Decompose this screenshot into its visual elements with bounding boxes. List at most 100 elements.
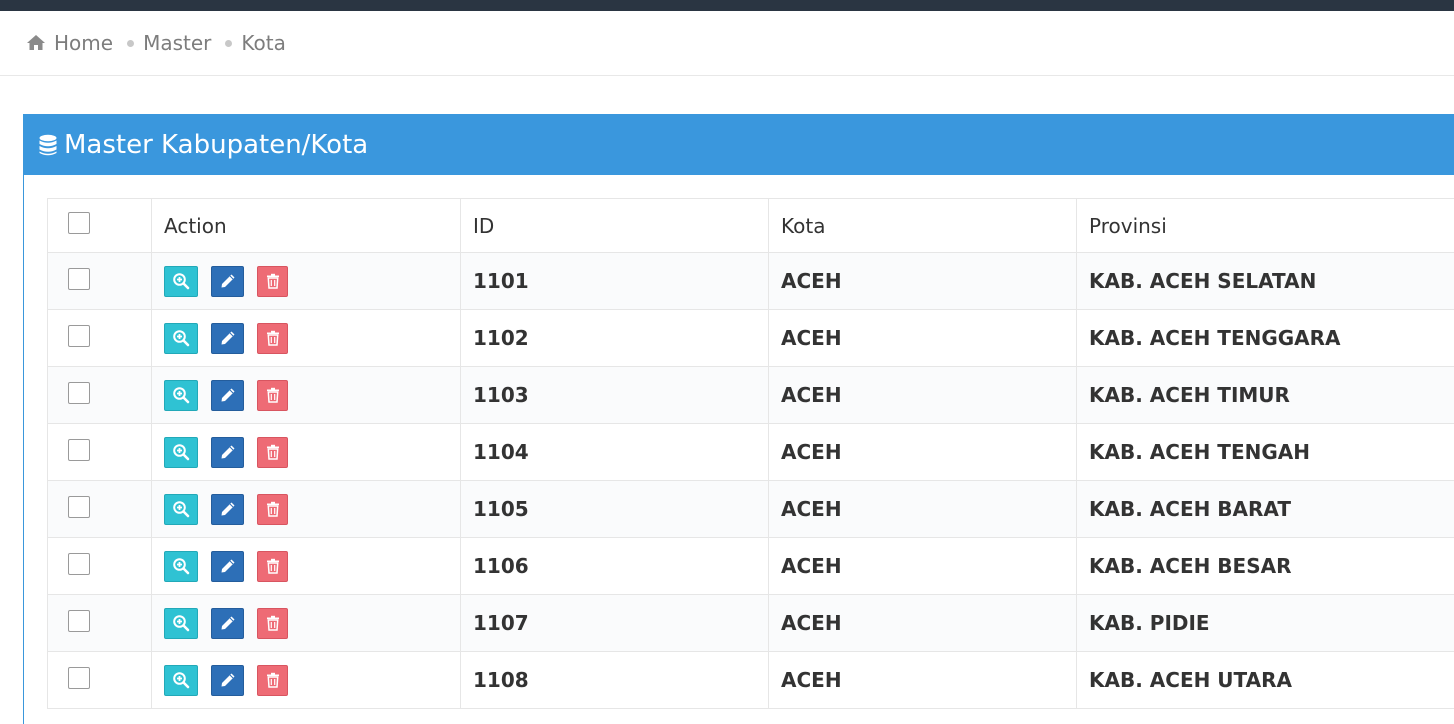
pencil-icon: [220, 501, 236, 517]
row-provinsi: KAB. ACEH BARAT: [1077, 481, 1454, 538]
row-kota: ACEH: [769, 424, 1077, 481]
table-row: 1108 ACEH KAB. ACEH UTARA: [48, 652, 1454, 709]
zoom-in-icon: [172, 329, 190, 347]
row-checkbox[interactable]: [68, 325, 90, 347]
row-kota: ACEH: [769, 595, 1077, 652]
pencil-icon: [220, 387, 236, 403]
column-header-action[interactable]: Action: [152, 199, 461, 253]
pencil-icon: [220, 672, 236, 688]
row-select-cell: [48, 481, 152, 538]
view-button[interactable]: [164, 380, 198, 411]
view-button[interactable]: [164, 551, 198, 582]
row-checkbox[interactable]: [68, 268, 90, 290]
pencil-icon: [220, 273, 236, 289]
delete-button[interactable]: [257, 323, 288, 354]
row-kota: ACEH: [769, 310, 1077, 367]
zoom-in-icon: [172, 443, 190, 461]
delete-button[interactable]: [257, 608, 288, 639]
row-kota: ACEH: [769, 481, 1077, 538]
row-checkbox[interactable]: [68, 382, 90, 404]
row-kota: ACEH: [769, 652, 1077, 709]
pencil-icon: [220, 330, 236, 346]
row-select-cell: [48, 538, 152, 595]
row-provinsi: KAB. ACEH TENGGARA: [1077, 310, 1454, 367]
trash-icon: [266, 330, 280, 346]
delete-button[interactable]: [257, 551, 288, 582]
row-checkbox[interactable]: [68, 610, 90, 632]
breadcrumb-kota: Kota: [241, 31, 285, 55]
zoom-in-icon: [172, 272, 190, 290]
row-kota: ACEH: [769, 253, 1077, 310]
edit-button[interactable]: [211, 551, 244, 582]
column-header-id[interactable]: ID: [461, 199, 769, 253]
delete-button[interactable]: [257, 665, 288, 696]
trash-icon: [266, 672, 280, 688]
trash-icon: [266, 273, 280, 289]
row-action-cell: [152, 652, 461, 709]
row-select-cell: [48, 310, 152, 367]
column-header-provinsi[interactable]: Provinsi: [1077, 199, 1454, 253]
row-action-cell: [152, 481, 461, 538]
table-row: 1106 ACEH KAB. ACEH BESAR: [48, 538, 1454, 595]
top-navbar: [0, 0, 1454, 11]
row-checkbox[interactable]: [68, 496, 90, 518]
table-row: 1103 ACEH KAB. ACEH TIMUR: [48, 367, 1454, 424]
view-button[interactable]: [164, 494, 198, 525]
view-button[interactable]: [164, 437, 198, 468]
table-row: 1104 ACEH KAB. ACEH TENGAH: [48, 424, 1454, 481]
zoom-in-icon: [172, 671, 190, 689]
row-provinsi: KAB. ACEH TENGAH: [1077, 424, 1454, 481]
breadcrumb-master[interactable]: Master: [143, 31, 211, 55]
row-id: 1106: [461, 538, 769, 595]
row-id: 1105: [461, 481, 769, 538]
row-provinsi: KAB. ACEH SELATAN: [1077, 253, 1454, 310]
table-row: 1105 ACEH KAB. ACEH BARAT: [48, 481, 1454, 538]
edit-button[interactable]: [211, 494, 244, 525]
edit-button[interactable]: [211, 266, 244, 297]
row-select-cell: [48, 595, 152, 652]
edit-button[interactable]: [211, 665, 244, 696]
row-checkbox[interactable]: [68, 439, 90, 461]
master-panel: Master Kabupaten/Kota Action ID Kota Pro…: [23, 114, 1454, 724]
trash-icon: [266, 444, 280, 460]
column-header-kota[interactable]: Kota: [769, 199, 1077, 253]
row-checkbox[interactable]: [68, 667, 90, 689]
table-row: 1107 ACEH KAB. PIDIE: [48, 595, 1454, 652]
edit-button[interactable]: [211, 380, 244, 411]
zoom-in-icon: [172, 614, 190, 632]
row-select-cell: [48, 253, 152, 310]
row-select-cell: [48, 367, 152, 424]
row-action-cell: [152, 310, 461, 367]
delete-button[interactable]: [257, 437, 288, 468]
row-kota: ACEH: [769, 367, 1077, 424]
pencil-icon: [220, 615, 236, 631]
row-action-cell: [152, 253, 461, 310]
kota-table: Action ID Kota Provinsi: [47, 198, 1454, 709]
edit-button[interactable]: [211, 608, 244, 639]
delete-button[interactable]: [257, 380, 288, 411]
view-button[interactable]: [164, 608, 198, 639]
breadcrumb-separator: [127, 40, 134, 47]
breadcrumb-home[interactable]: Home: [54, 31, 113, 55]
pencil-icon: [220, 444, 236, 460]
row-action-cell: [152, 367, 461, 424]
view-button[interactable]: [164, 266, 198, 297]
view-button[interactable]: [164, 323, 198, 354]
trash-icon: [266, 615, 280, 631]
select-all-checkbox[interactable]: [68, 212, 90, 234]
row-provinsi: KAB. PIDIE: [1077, 595, 1454, 652]
row-checkbox[interactable]: [68, 553, 90, 575]
view-button[interactable]: [164, 665, 198, 696]
delete-button[interactable]: [257, 266, 288, 297]
zoom-in-icon: [172, 500, 190, 518]
row-id: 1101: [461, 253, 769, 310]
select-all-cell: [48, 199, 152, 253]
trash-icon: [266, 387, 280, 403]
zoom-in-icon: [172, 386, 190, 404]
row-select-cell: [48, 424, 152, 481]
delete-button[interactable]: [257, 494, 288, 525]
breadcrumb: Home Master Kota: [0, 11, 1454, 76]
edit-button[interactable]: [211, 437, 244, 468]
edit-button[interactable]: [211, 323, 244, 354]
home-icon[interactable]: [26, 33, 46, 53]
